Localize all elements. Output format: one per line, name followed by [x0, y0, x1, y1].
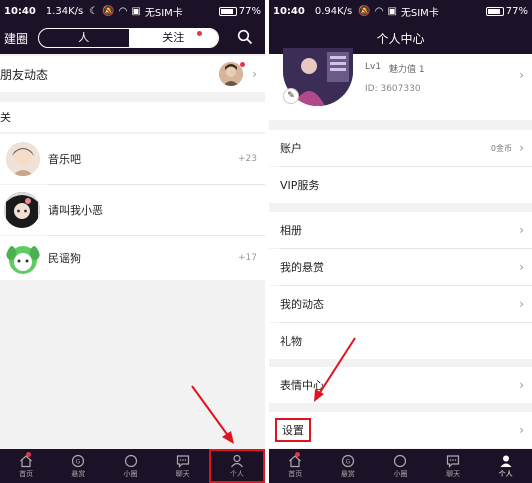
annotation-arrow	[314, 337, 356, 402]
annotation-arrow	[191, 385, 234, 444]
circles-screen: 10:40 1.34K/s ☾ 🔕 ◠ ▣ 无SIM卡 77% 建圈 人 关注 …	[0, 0, 265, 483]
profile-screen: 10:40 0.94K/s 🔕 ◠ ▣ 无SIM卡 77% 个人中心 ✎ Lv1…	[269, 0, 532, 483]
